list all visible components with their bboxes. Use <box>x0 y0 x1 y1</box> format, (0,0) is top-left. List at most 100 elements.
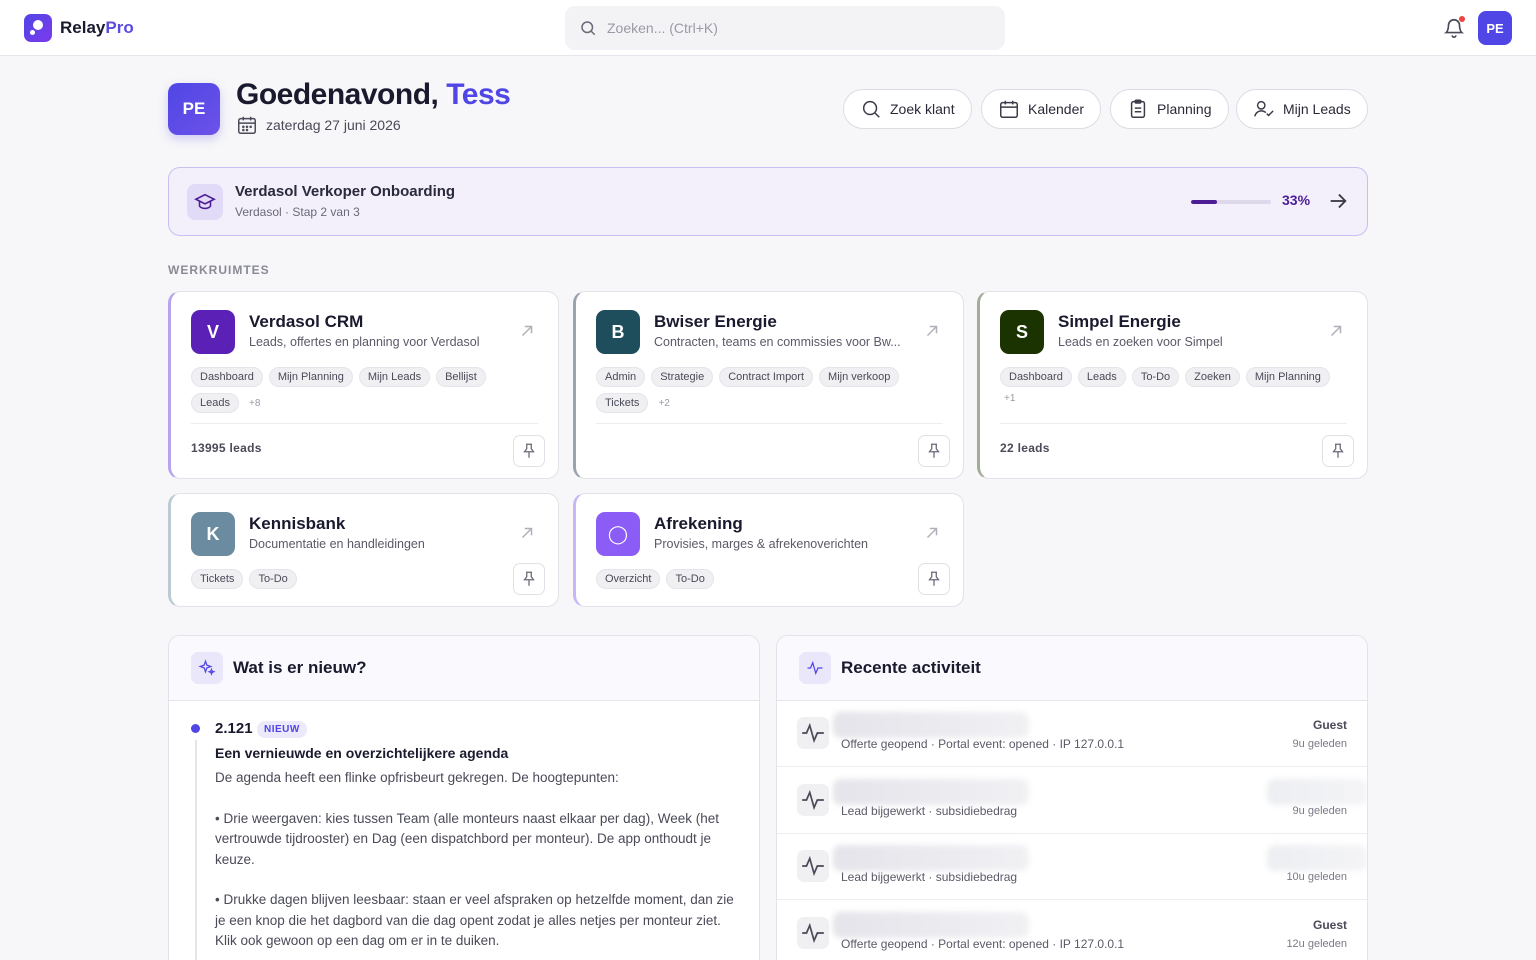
new-badge: NIEUW <box>257 721 307 738</box>
activity-pulse-icon <box>797 783 829 816</box>
workspace-tag[interactable]: Zoeken <box>1185 367 1240 387</box>
pin-icon[interactable] <box>513 563 545 595</box>
pin-icon[interactable] <box>513 435 545 467</box>
greeting: Goedenavond, Tess <box>236 78 511 111</box>
open-workspace-arrow-icon[interactable] <box>923 322 941 340</box>
workspace-description: Provisies, marges & afrekenoverichten <box>654 537 868 551</box>
activity-pulse-icon <box>797 916 829 949</box>
activity-actor: Guest <box>1312 718 1347 732</box>
workspace-tag[interactable]: Dashboard <box>191 367 263 387</box>
redacted-title <box>833 911 1029 938</box>
search-input[interactable] <box>607 20 987 36</box>
activity-description: Lead bijgewerkt · subsidiebedrag <box>841 803 1018 818</box>
onboarding-progress-bar <box>1191 200 1271 204</box>
open-workspace-arrow-icon[interactable] <box>1327 322 1345 340</box>
workspace-card-verdasol-crm[interactable]: V Verdasol CRM Leads, offertes en planning… <box>168 291 559 479</box>
release-paragraph: • Drukke dagen blijven leesbaar: staan e… <box>215 892 734 948</box>
workspace-tag[interactable]: To-Do <box>1131 367 1180 387</box>
more-tags-count[interactable]: +8 <box>245 398 264 409</box>
workspace-tag[interactable]: Tickets <box>191 569 244 589</box>
workspace-tag[interactable]: To-Do <box>666 569 714 589</box>
workspace-description: Leads en zoeken voor Simpel <box>1058 335 1223 349</box>
user-avatar[interactable]: PE <box>1478 11 1512 45</box>
panel-header: Wat is er nieuw? <box>169 636 759 701</box>
search-bar[interactable] <box>565 6 1005 50</box>
workspace-title: Verdasol CRM <box>249 312 364 331</box>
workspace-tag[interactable]: Bellijst <box>436 367 486 387</box>
workspace-tags: Tickets To-Do <box>191 569 531 589</box>
date-row: zaterdag 27 juni 2026 <box>236 114 401 136</box>
more-tags-count[interactable]: +1 <box>1000 393 1019 404</box>
quick-action-label: Mijn Leads <box>1283 101 1351 117</box>
release-paragraph: De agenda heeft een flinke opfrisbeurt g… <box>215 770 619 785</box>
top-bar: RelayPro PE <box>0 0 1536 56</box>
workspace-tag[interactable]: Mijn Planning <box>268 367 353 387</box>
workspace-tags: Overzicht To-Do <box>596 569 936 589</box>
panel-header: Recente activiteit <box>777 636 1367 701</box>
activity-actor: Guest <box>1312 917 1347 932</box>
release-paragraph: • Drie weergaven: kies tussen Team (alle… <box>215 810 719 867</box>
activity-pulse-icon <box>797 717 829 749</box>
activity-row[interactable]: Lead bijgewerkt · subsidiebedrag 9u geled… <box>777 768 1367 834</box>
quick-action-label: Zoek klant <box>890 101 955 117</box>
workspace-tag[interactable]: Admin <box>596 367 646 387</box>
workspace-description: Documentatie en handleidingen <box>249 537 425 551</box>
workspace-tag[interactable]: Mijn Planning <box>1245 367 1330 387</box>
workspace-tag[interactable]: Tickets <box>596 393 649 413</box>
pin-icon[interactable] <box>918 435 950 467</box>
quick-action-planning[interactable]: Planning <box>1110 89 1229 129</box>
activity-time: 9u geleden <box>1292 738 1347 750</box>
workspace-tag[interactable]: Dashboard <box>1000 367 1072 387</box>
workspace-card-kennisbank[interactable]: K Kennisbank Documentatie en handleidingen… <box>168 493 559 607</box>
calendar-icon <box>238 116 256 134</box>
sparkles-icon <box>191 652 223 684</box>
open-workspace-arrow-icon[interactable] <box>518 322 536 340</box>
release-version: 2.121 <box>215 720 253 737</box>
redacted-title <box>833 712 1029 738</box>
timeline-dot <box>191 724 200 733</box>
workspace-tag[interactable]: Mijn Leads <box>358 367 431 387</box>
relay-logo-icon <box>24 14 52 42</box>
onboarding-title: Verdasol Verkoper Onboarding <box>235 183 456 200</box>
quick-action-mijn-leads[interactable]: Mijn Leads <box>1236 89 1368 129</box>
pin-icon[interactable] <box>918 563 950 595</box>
workspace-tag[interactable]: To-Do <box>249 569 297 589</box>
card-divider <box>596 423 943 424</box>
quick-action-kalender[interactable]: Kalender <box>981 89 1102 129</box>
more-tags-count[interactable]: +2 <box>654 398 673 409</box>
workspace-tag[interactable]: Leads <box>191 393 239 413</box>
activity-pulse-icon <box>797 850 829 882</box>
workspace-tag[interactable]: Contract Import <box>719 367 814 387</box>
pin-icon[interactable] <box>1322 435 1354 467</box>
activity-description: Offerte geopend · Portal event: opened ·… <box>841 936 1125 951</box>
clipboard-icon <box>1130 99 1146 118</box>
search-icon <box>581 21 596 36</box>
workspace-tag[interactable]: Strategie <box>651 367 714 387</box>
workspace-tag[interactable]: Leads <box>1077 367 1126 387</box>
card-divider <box>191 423 538 424</box>
open-workspace-arrow-icon[interactable] <box>923 524 941 542</box>
activity-row[interactable]: Lead bijgewerkt · subsidiebedrag 10u gele… <box>777 834 1367 900</box>
app-name: RelayPro <box>60 18 134 37</box>
workspace-icon: ◯ <box>596 512 640 556</box>
arrow-right-icon[interactable] <box>1327 190 1349 212</box>
workspace-tag[interactable]: Overzicht <box>596 569 661 589</box>
workspace-tags: Dashboard Mijn Planning Mijn Leads Bellijst… <box>191 367 531 413</box>
activity-row[interactable]: Offerte geopend · Portal event: opened ·… <box>777 901 1367 960</box>
onboarding-banner[interactable]: Verdasol Verkoper Onboarding Verdasol · … <box>168 167 1368 236</box>
app-logo[interactable]: RelayPro <box>24 14 134 42</box>
activity-time: 10u geleden <box>1286 871 1347 883</box>
workspace-icon: B <box>596 310 640 354</box>
workspace-card-bwiser-energie[interactable]: B Bwiser Energie Contracten, teams en comm… <box>573 291 964 479</box>
workspace-card-simpel-energie[interactable]: S Simpel Energie Leads en zoeken voor Simp… <box>977 291 1368 479</box>
panel-title: Wat is er nieuw? <box>233 658 367 677</box>
workspace-tag[interactable]: Mijn verkoop <box>819 367 900 387</box>
workspace-card-afrekening[interactable]: ◯ Afrekening Provisies, marges & afrekenov… <box>573 493 964 607</box>
quick-action-zoek-klant[interactable]: Zoek klant <box>843 89 972 129</box>
workspace-title: Kennisbank <box>249 514 346 533</box>
activity-row[interactable]: Offerte geopend · Portal event: opened ·… <box>777 701 1367 767</box>
activity-time: 12u geleden <box>1286 937 1347 950</box>
quick-action-label: Kalender <box>1028 101 1085 117</box>
workspace-icon: V <box>191 310 235 354</box>
open-workspace-arrow-icon[interactable] <box>518 524 536 542</box>
